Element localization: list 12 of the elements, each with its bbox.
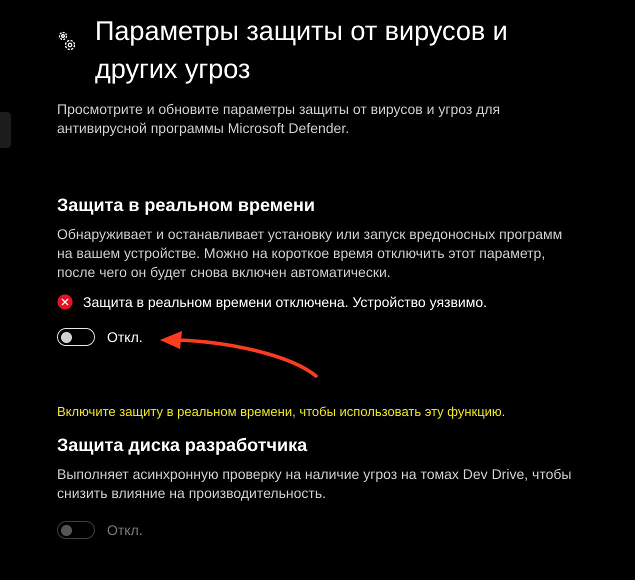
- page-title: Параметры защиты от вирусов и других угроз: [95, 15, 509, 86]
- sidebar-panel: [0, 112, 11, 148]
- section-description: Выполняет асинхронную проверку на наличие угроз на томах Dev Drive, чтобы снизить влияние на производительность.: [57, 465, 572, 503]
- toggle-label: Откл.: [107, 522, 143, 538]
- section-heading: Защита диска разработчика: [57, 434, 308, 457]
- error-icon: [57, 294, 73, 310]
- warning-notice: Включите защиту в реальном времени, чтобы использовать эту функцию.: [57, 404, 506, 419]
- toggle-label: Откл.: [107, 329, 143, 345]
- page-description: Просмотрите и обновите параметры защиты от вирусов и угроз для антивирусной программы Microsoft Defender.: [57, 100, 502, 138]
- status-message: Защита в реальном времени отключена. Устройство уязвимо.: [83, 294, 487, 310]
- section-heading: Защита в реальном времени: [57, 194, 316, 217]
- section-description: Обнаруживает и останавливает установку или запуск вредоносных программ на вашем устройстве. Можно на короткое время отключить этот параметр, после чего он будет снова включен автоматически.: [57, 225, 564, 282]
